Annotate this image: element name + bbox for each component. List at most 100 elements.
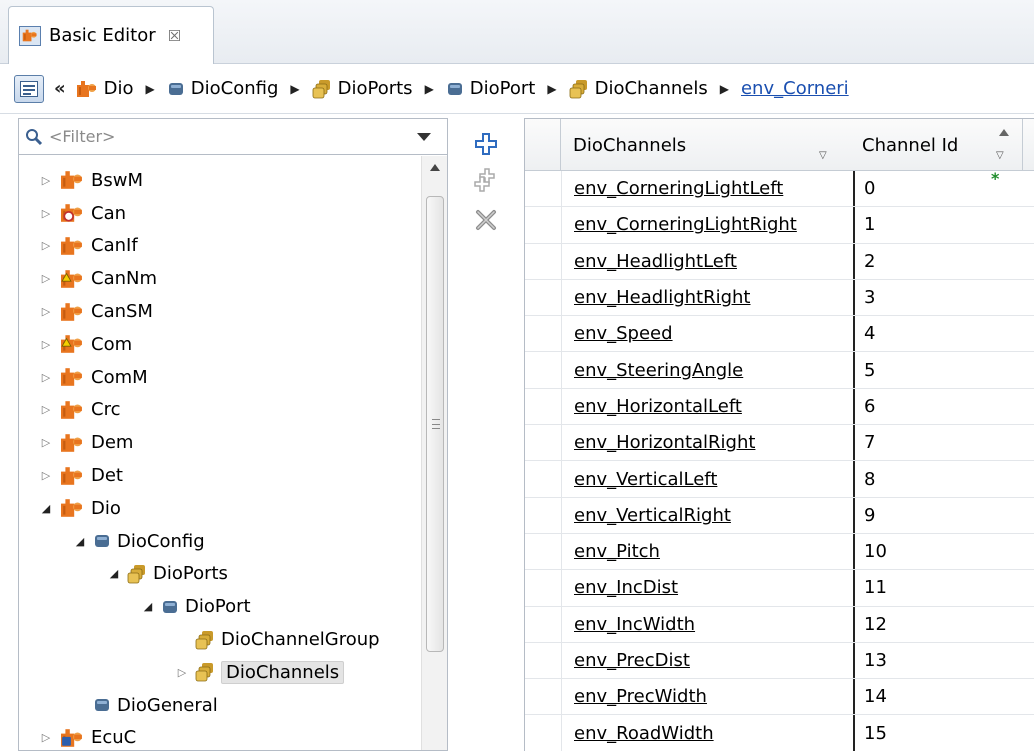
delete-button[interactable] <box>470 204 502 236</box>
tree-item[interactable]: DioChannelGroup <box>19 623 419 656</box>
tree-item[interactable]: ▷ CanSM <box>19 295 419 328</box>
tree-item[interactable]: ▷ Dem <box>19 426 419 459</box>
channel-link[interactable]: env_PrecWidth <box>574 686 707 707</box>
collapsed-arrow-icon[interactable]: ▷ <box>39 436 53 449</box>
toggle-tree-button[interactable] <box>14 74 44 103</box>
channel-id-cell[interactable]: 10 <box>853 533 1023 570</box>
collapsed-arrow-icon[interactable]: ▷ <box>39 371 53 384</box>
channel-name-cell[interactable]: env_CorneringLightRight <box>561 207 853 243</box>
channel-id-cell[interactable]: 4 <box>853 316 1023 352</box>
channel-id-cell[interactable]: 9 <box>853 497 1023 533</box>
filter-funnel-icon[interactable]: ▽ <box>996 150 1004 161</box>
channel-link[interactable]: env_HorizontalRight <box>574 432 755 453</box>
channel-id-cell[interactable]: 3 <box>853 279 1023 316</box>
channel-name-cell[interactable]: env_HorizontalLeft <box>561 388 853 425</box>
table-row[interactable]: env_HorizontalLeft 6 <box>525 388 1034 426</box>
channel-id-cell[interactable]: 14 <box>853 679 1023 715</box>
chevron-down-icon[interactable] <box>417 132 431 141</box>
channel-link[interactable]: env_VerticalRight <box>574 505 731 526</box>
channel-id-cell[interactable]: 0 * <box>853 169 1023 207</box>
row-selector[interactable] <box>525 280 561 315</box>
channel-id-cell[interactable]: 6 <box>853 388 1023 425</box>
channel-name-cell[interactable]: env_HeadlightLeft <box>561 243 853 279</box>
tree-item[interactable]: ▷ CanNm <box>19 262 419 295</box>
row-selector[interactable] <box>525 389 561 424</box>
table-row[interactable]: env_IncDist 11 <box>525 570 1034 607</box>
table-row[interactable]: env_VerticalLeft 8 <box>525 461 1034 498</box>
channel-link[interactable]: env_HeadlightLeft <box>574 251 737 272</box>
row-selector[interactable] <box>525 679 561 714</box>
table-row[interactable]: env_VerticalRight 9 <box>525 497 1034 534</box>
channel-id-cell[interactable]: 2 <box>853 243 1023 279</box>
channel-link[interactable]: env_HeadlightRight <box>574 287 751 308</box>
breadcrumb-item-dioport[interactable]: DioPort <box>446 78 535 99</box>
channel-name-cell[interactable]: env_Pitch <box>561 533 853 570</box>
channel-name-cell[interactable]: env_RoadWidth <box>561 715 853 751</box>
table-row[interactable]: env_PrecWidth 14 <box>525 679 1034 716</box>
filter-funnel-icon[interactable]: ▽ <box>819 150 827 161</box>
breadcrumb-item-current[interactable]: env_Corneri <box>741 78 849 99</box>
row-selector[interactable] <box>525 461 561 496</box>
tree-item[interactable]: ◢ DioPort <box>19 590 419 623</box>
channel-link[interactable]: env_Pitch <box>574 541 660 562</box>
channel-name-cell[interactable]: env_SteeringAngle <box>561 352 853 388</box>
tree-item[interactable]: ▷ DioChannels <box>19 656 419 689</box>
collapsed-arrow-icon[interactable]: ▷ <box>39 305 53 318</box>
row-selector[interactable] <box>525 352 561 387</box>
channel-name-cell[interactable]: env_Speed <box>561 316 853 352</box>
row-selector[interactable] <box>525 425 561 460</box>
expanded-arrow-icon[interactable]: ◢ <box>141 600 155 613</box>
channel-name-cell[interactable]: env_HorizontalRight <box>561 425 853 461</box>
channel-name-cell[interactable]: env_IncWidth <box>561 606 853 642</box>
table-row[interactable]: env_Speed 4 <box>525 316 1034 353</box>
tree-item[interactable]: ◢ Dio <box>19 492 419 525</box>
scroll-up-icon[interactable] <box>430 164 440 171</box>
table-row[interactable]: env_HorizontalRight 7 <box>525 425 1034 462</box>
collapsed-arrow-icon[interactable]: ▷ <box>175 666 189 679</box>
tree-item[interactable]: ▷ ComM <box>19 361 419 394</box>
channel-id-cell[interactable]: 5 <box>853 352 1023 388</box>
scrollbar-thumb[interactable] <box>426 196 444 652</box>
tree-item[interactable]: ◢ DioPorts <box>19 558 419 591</box>
tree-item[interactable]: DioGeneral <box>19 689 419 722</box>
channel-link[interactable]: env_CorneringLightRight <box>574 214 797 235</box>
table-row[interactable]: env_HeadlightRight 3 <box>525 279 1034 317</box>
channel-link[interactable]: env_Speed <box>574 323 673 344</box>
channel-name-cell[interactable]: env_VerticalRight <box>561 497 853 533</box>
collapsed-arrow-icon[interactable]: ▷ <box>39 338 53 351</box>
tab-basic-editor[interactable]: Basic Editor ☒ <box>8 6 214 64</box>
collapsed-arrow-icon[interactable]: ▷ <box>39 731 53 744</box>
table-row[interactable]: env_CorneringLightLeft 0 * <box>525 169 1034 208</box>
channel-link[interactable]: env_VerticalLeft <box>574 469 717 490</box>
breadcrumb-item-dioports[interactable]: DioPorts <box>312 78 413 99</box>
channel-link[interactable]: env_RoadWidth <box>574 723 714 744</box>
sort-ascending-icon[interactable] <box>999 129 1009 136</box>
filter-field[interactable]: <Filter> <box>19 119 447 155</box>
add-multiple-button[interactable] <box>470 164 502 196</box>
close-icon[interactable]: ☒ <box>168 27 181 45</box>
row-selector[interactable] <box>525 570 561 605</box>
tree-scrollbar[interactable] <box>421 156 447 750</box>
tree-item[interactable]: ◢ DioConfig <box>19 525 419 558</box>
channel-name-cell[interactable]: env_IncDist <box>561 570 853 606</box>
collapsed-arrow-icon[interactable]: ▷ <box>39 403 53 416</box>
row-selector[interactable] <box>525 498 561 533</box>
channel-link[interactable]: env_HorizontalLeft <box>574 396 742 417</box>
table-row[interactable]: env_IncWidth 12 <box>525 606 1034 643</box>
table-row[interactable]: env_SteeringAngle 5 <box>525 352 1034 389</box>
row-selector[interactable] <box>525 715 561 750</box>
row-selector[interactable] <box>525 607 561 642</box>
breadcrumb-item-dio[interactable]: Dio <box>76 78 134 99</box>
breadcrumb-item-diochannels[interactable]: DioChannels <box>569 78 708 99</box>
tree-item[interactable]: ▷ Can <box>19 197 419 230</box>
row-selector-header[interactable] <box>525 119 561 171</box>
breadcrumb-item-dioconfig[interactable]: DioConfig <box>167 78 278 99</box>
channel-link[interactable]: env_IncWidth <box>574 614 695 635</box>
channel-id-cell[interactable]: 7 <box>853 425 1023 461</box>
row-selector[interactable] <box>525 643 561 678</box>
channel-name-cell[interactable]: env_VerticalLeft <box>561 461 853 497</box>
channel-name-cell[interactable]: env_PrecDist <box>561 642 853 679</box>
expanded-arrow-icon[interactable]: ◢ <box>107 567 121 580</box>
row-selector[interactable] <box>525 534 561 569</box>
row-selector[interactable] <box>525 171 561 206</box>
